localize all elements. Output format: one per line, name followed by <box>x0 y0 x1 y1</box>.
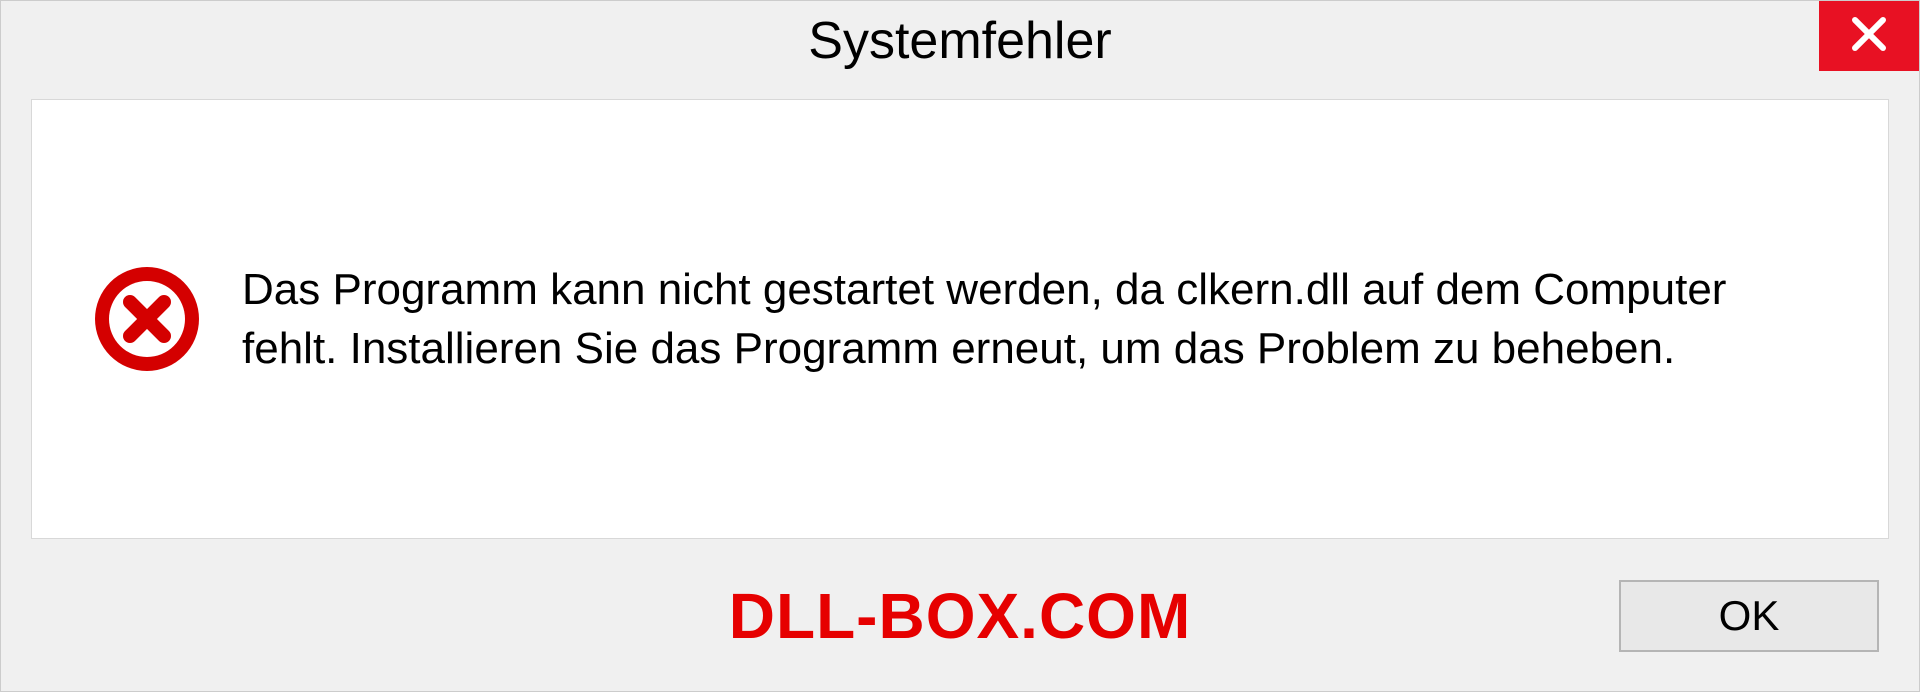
dialog-title: Systemfehler <box>808 11 1111 71</box>
error-dialog: Systemfehler Das Programm kann nicht ges… <box>0 0 1920 692</box>
content-area: Das Programm kann nicht gestartet werden… <box>31 99 1889 539</box>
close-icon <box>1849 14 1889 59</box>
watermark-text: DLL-BOX.COM <box>729 579 1192 653</box>
close-button[interactable] <box>1819 1 1919 71</box>
error-icon <box>92 264 202 374</box>
dialog-footer: DLL-BOX.COM OK <box>1 561 1919 691</box>
titlebar: Systemfehler <box>1 1 1919 81</box>
error-message: Das Programm kann nicht gestartet werden… <box>242 260 1762 379</box>
ok-button[interactable]: OK <box>1619 580 1879 652</box>
